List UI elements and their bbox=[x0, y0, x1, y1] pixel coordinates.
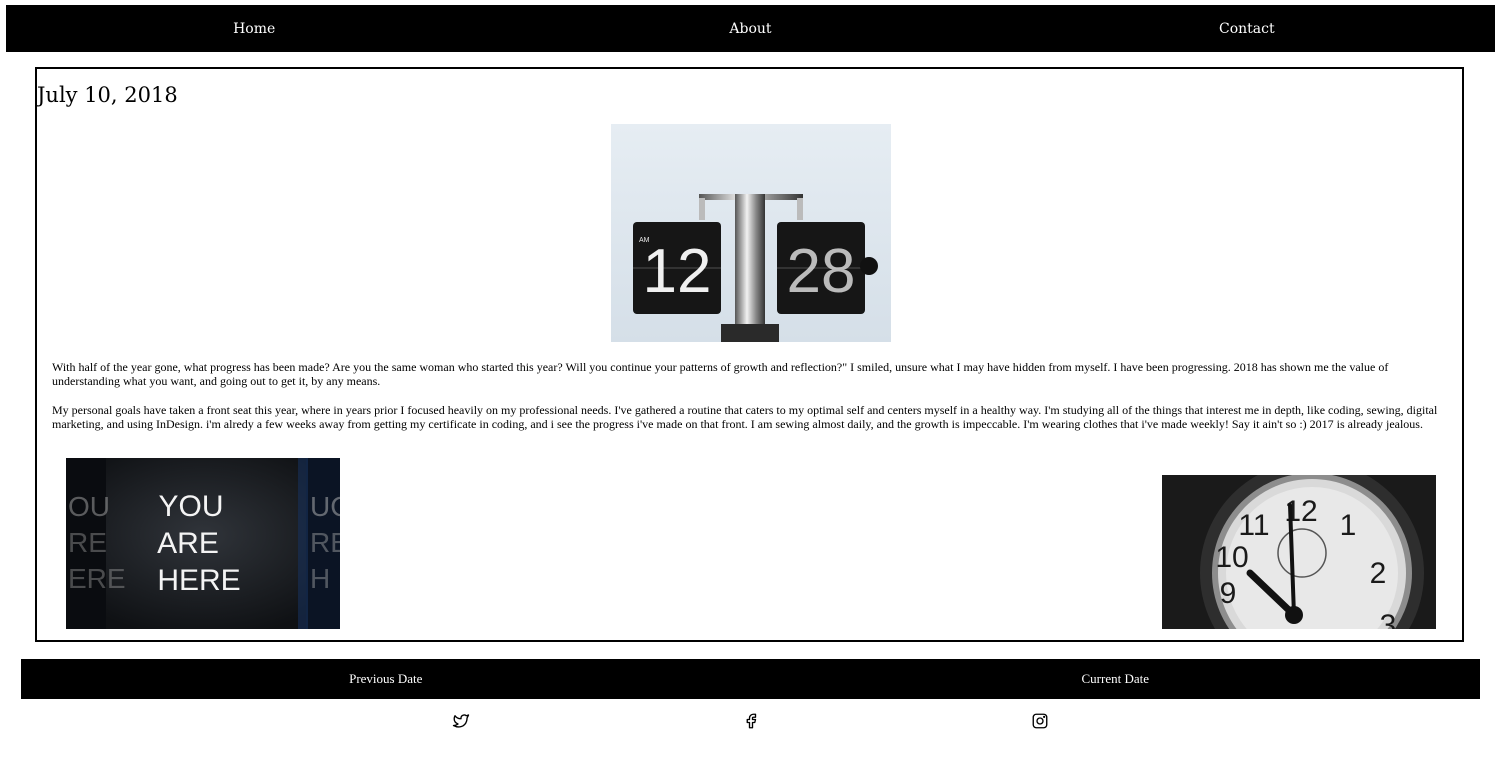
svg-text:ARE: ARE bbox=[157, 527, 219, 560]
top-nav: Home About Contact bbox=[6, 5, 1495, 52]
neon-sign-image: OU RE ERE UC RE H YOU ARE HERE bbox=[66, 458, 340, 629]
nav-home-link[interactable]: Home bbox=[6, 21, 502, 37]
svg-text:ERE: ERE bbox=[68, 563, 126, 594]
nav-contact-link[interactable]: Contact bbox=[999, 21, 1495, 37]
previous-date-link[interactable]: Previous Date bbox=[21, 671, 751, 687]
current-date-link[interactable]: Current Date bbox=[751, 671, 1481, 687]
date-nav: Previous Date Current Date bbox=[21, 659, 1480, 699]
twitter-icon[interactable] bbox=[452, 712, 470, 730]
post-paragraph: My personal goals have taken a front sea… bbox=[52, 403, 1438, 431]
svg-text:YOU: YOU bbox=[158, 490, 223, 523]
facebook-icon[interactable] bbox=[742, 712, 760, 730]
svg-text:H: H bbox=[310, 563, 330, 594]
svg-text:3: 3 bbox=[1380, 609, 1397, 629]
instagram-icon[interactable] bbox=[1031, 712, 1049, 730]
svg-text:1: 1 bbox=[1340, 509, 1357, 542]
post-date: July 10, 2018 bbox=[37, 83, 178, 107]
post-paragraph: With half of the year gone, what progres… bbox=[52, 360, 1389, 388]
flip-clock-image: AM 12 28 bbox=[611, 124, 891, 342]
blog-post: July 10, 2018 AM 12 28 With half of the … bbox=[35, 67, 1464, 642]
svg-text:28: 28 bbox=[787, 237, 856, 306]
alarm-clock-image: 11 12 1 10 2 9 3 bbox=[1162, 475, 1436, 629]
svg-text:11: 11 bbox=[1238, 509, 1269, 542]
svg-text:RE: RE bbox=[310, 527, 340, 558]
svg-text:12: 12 bbox=[643, 237, 712, 306]
svg-text:2: 2 bbox=[1370, 557, 1387, 590]
svg-text:10: 10 bbox=[1215, 541, 1248, 574]
nav-about-link[interactable]: About bbox=[502, 21, 998, 37]
svg-text:HERE: HERE bbox=[157, 564, 240, 597]
svg-text:UC: UC bbox=[310, 491, 340, 522]
svg-text:OU: OU bbox=[68, 491, 110, 522]
svg-text:RE: RE bbox=[68, 527, 107, 558]
svg-text:9: 9 bbox=[1220, 577, 1237, 610]
